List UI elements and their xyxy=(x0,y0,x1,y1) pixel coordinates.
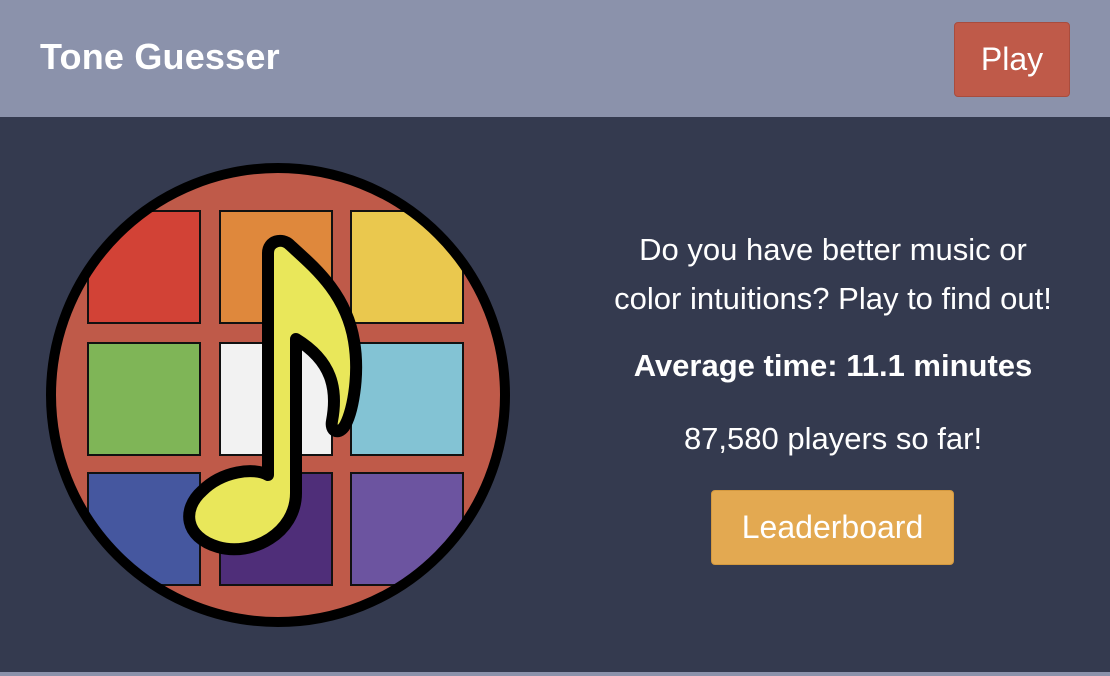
average-time: Average time: 11.1 minutes xyxy=(633,348,1033,383)
players-count: 87,580 players so far! xyxy=(683,421,983,456)
color-tile-1 xyxy=(87,210,201,324)
tagline: Do you have better music or color intuit… xyxy=(570,225,1096,323)
leaderboard-button[interactable]: Leaderboard xyxy=(711,490,954,565)
color-tile-9 xyxy=(350,472,464,586)
color-tile-7 xyxy=(87,472,201,586)
header-bar: Tone Guesser Play xyxy=(0,0,1110,117)
tagline-line-2: color intuitions? Play to find out! xyxy=(614,281,1052,316)
tagline-line-1: Do you have better music or xyxy=(639,232,1027,267)
color-tile-4 xyxy=(87,342,201,456)
play-button[interactable]: Play xyxy=(954,22,1070,97)
color-tile-3 xyxy=(350,210,464,324)
info-panel: Do you have better music or color intuit… xyxy=(570,225,1096,459)
tone-guesser-logo xyxy=(46,163,510,627)
color-tile-6 xyxy=(350,342,464,456)
bottom-border xyxy=(0,672,1110,676)
app-title: Tone Guesser xyxy=(40,36,280,77)
